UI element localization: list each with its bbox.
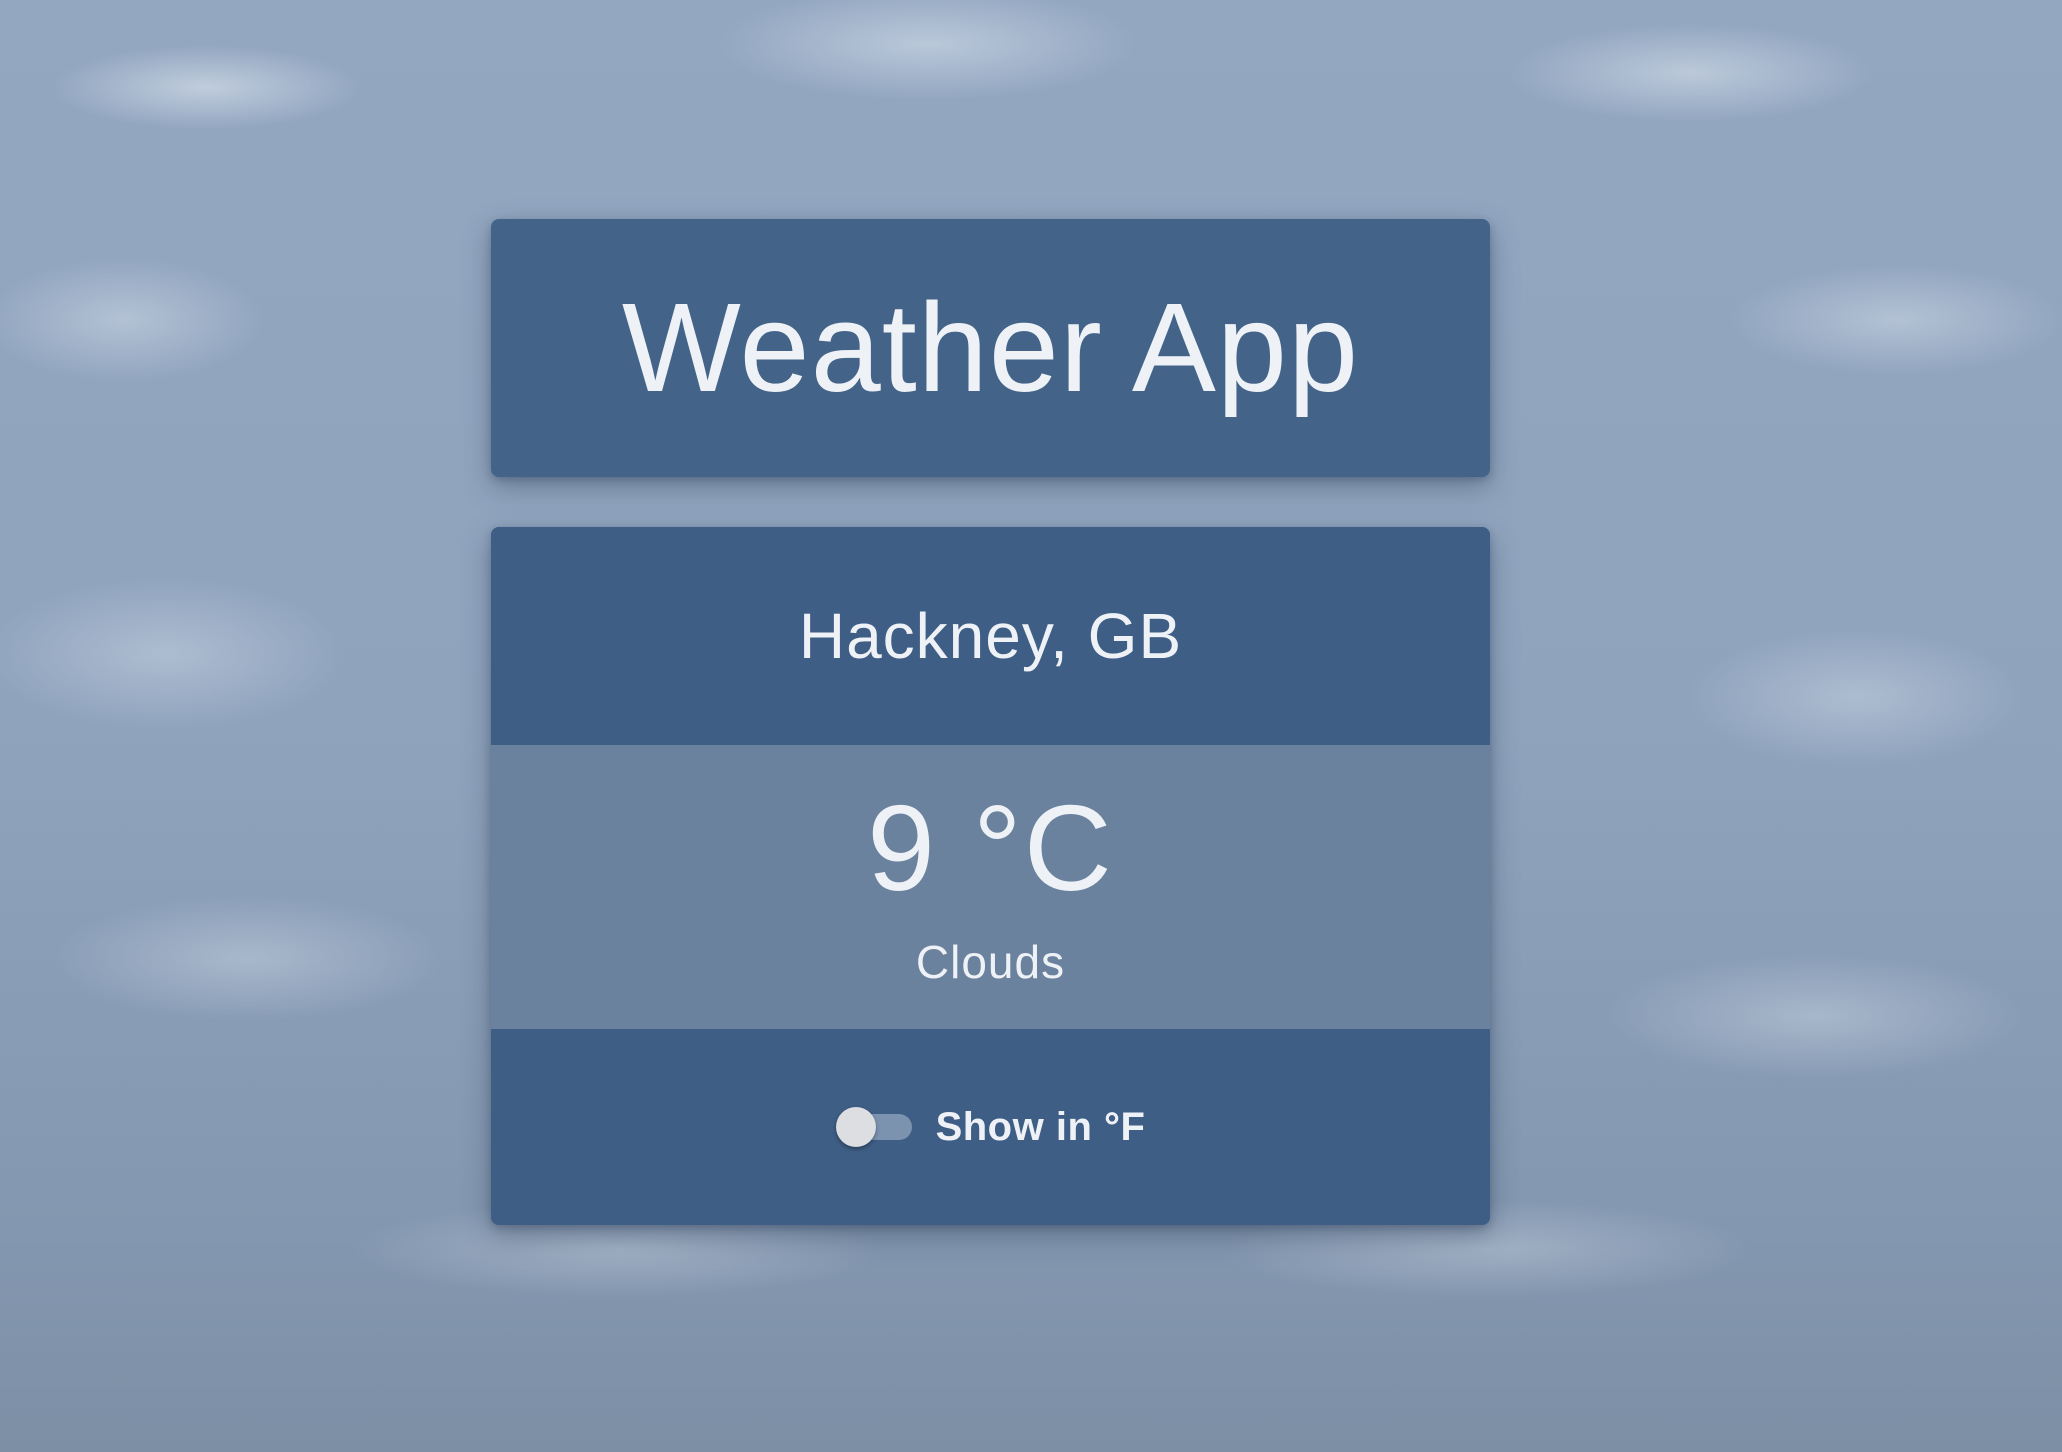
- fahrenheit-toggle[interactable]: Show in °F: [835, 1104, 1146, 1150]
- temperature-section: 9 °C Clouds: [491, 745, 1490, 1029]
- app-title: Weather App: [621, 277, 1360, 418]
- toggle-thumb[interactable]: [835, 1107, 876, 1147]
- weather-card: Hackney, GB 9 °C Clouds Show in °F: [491, 527, 1490, 1225]
- location-name: Hackney, GB: [798, 600, 1183, 672]
- temperature-value: 9 °C: [867, 780, 1114, 916]
- weather-condition: Clouds: [915, 936, 1066, 988]
- location-section: Hackney, GB: [491, 527, 1490, 745]
- unit-toggle-section: Show in °F: [491, 1029, 1490, 1225]
- toggle-label: Show in °F: [935, 1104, 1146, 1149]
- title-card: Weather App: [491, 219, 1490, 477]
- toggle-switch[interactable]: [835, 1107, 912, 1147]
